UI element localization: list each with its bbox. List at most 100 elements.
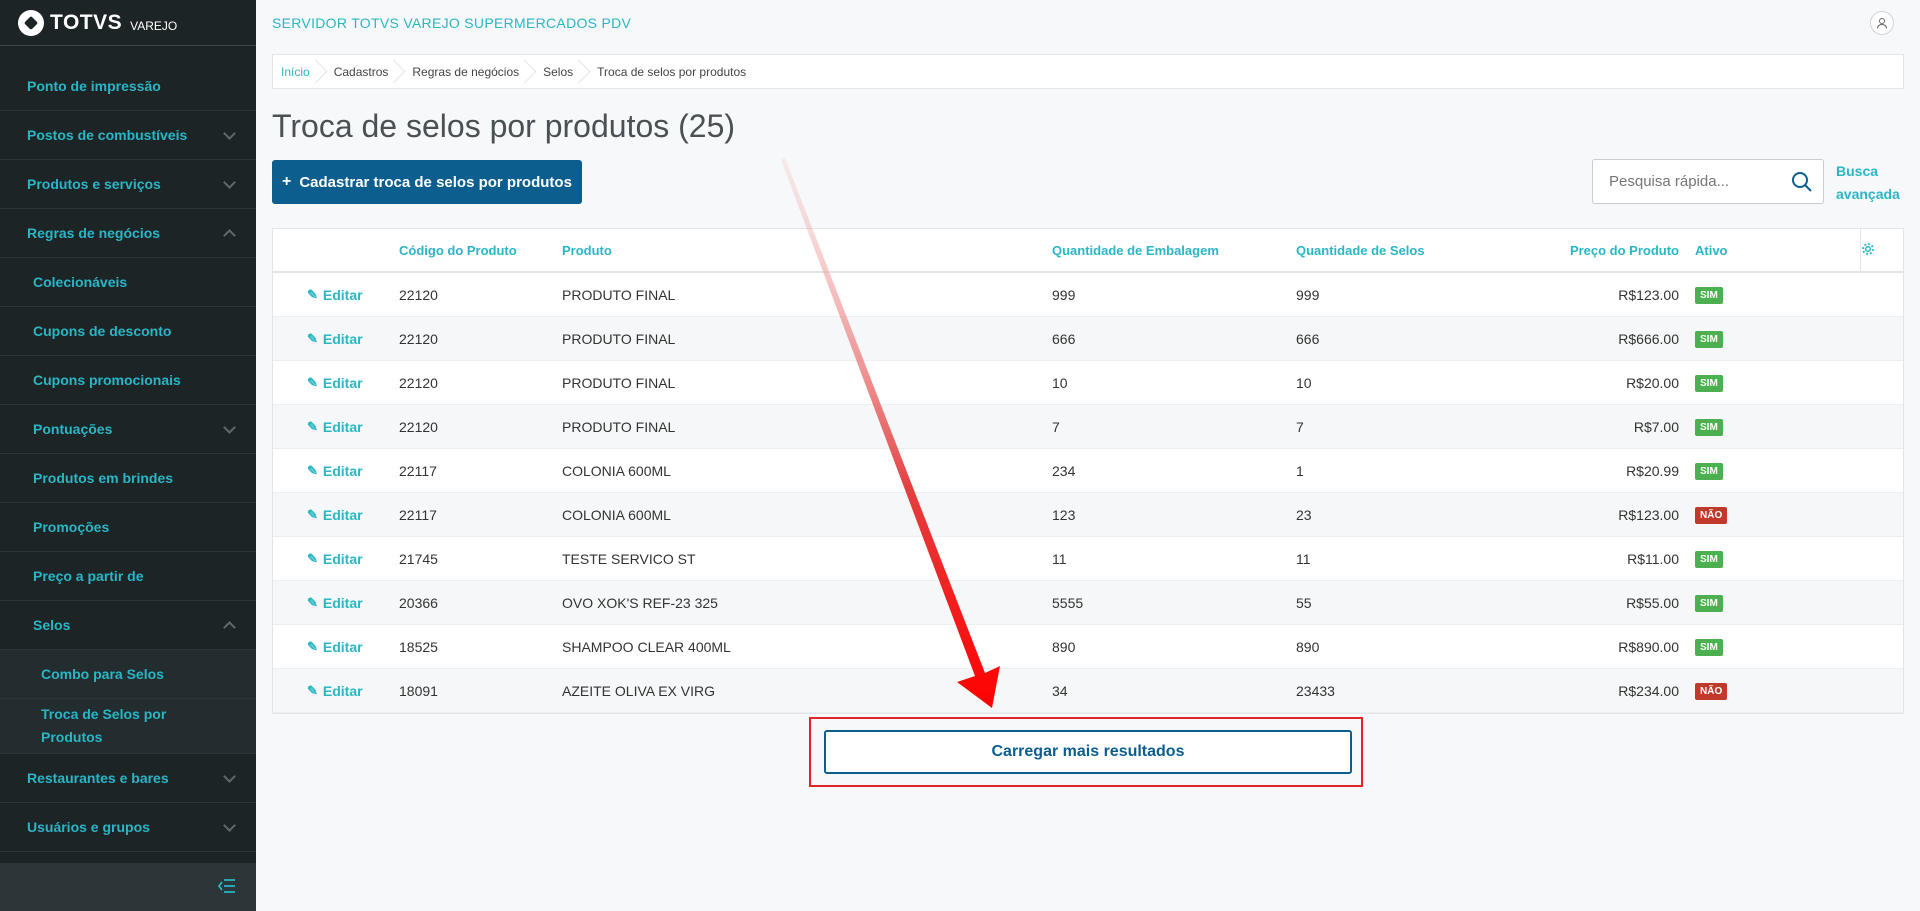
cell-code: 22120 bbox=[399, 418, 438, 435]
sidebar-item[interactable]: Produtos e serviços bbox=[0, 160, 256, 209]
breadcrumb-item[interactable]: Regras de negócios bbox=[404, 55, 535, 88]
sidebar-item[interactable]: Produtos em brindes bbox=[0, 454, 256, 503]
cell-pack-qty: 123 bbox=[1052, 506, 1076, 523]
edit-label: Editar bbox=[322, 462, 363, 479]
cell-pack-qty: 5555 bbox=[1052, 594, 1084, 611]
pencil-icon: ✎ bbox=[307, 638, 318, 654]
sidebar-item[interactable]: Promoções bbox=[0, 503, 256, 552]
breadcrumb-item[interactable]: Selos bbox=[535, 55, 589, 88]
cell-pack-qty: 11 bbox=[1052, 550, 1067, 567]
edit-label: Editar bbox=[322, 330, 363, 347]
breadcrumb-item[interactable]: Cadastros bbox=[326, 55, 405, 88]
cell-price: R$123.00 bbox=[1618, 506, 1679, 523]
edit-label: Editar bbox=[322, 594, 363, 611]
edit-link[interactable]: ✎ Editar bbox=[273, 419, 399, 435]
status-badge: NÃO bbox=[1695, 683, 1728, 700]
table-row: ✎ Editar 22117 COLONIA 600ML 123 23 R$123.00 NÃ… bbox=[273, 493, 1903, 537]
cell-product: COLONIA 600ML bbox=[562, 506, 671, 523]
sidebar-item[interactable]: Selos bbox=[0, 601, 256, 650]
status-badge: SIM bbox=[1695, 331, 1723, 348]
quick-search bbox=[1592, 159, 1824, 204]
edit-label: Editar bbox=[322, 638, 363, 655]
sidebar-item[interactable]: Ponto de impressão bbox=[0, 62, 256, 111]
table-header: Código do Produto Produto Quantidade de … bbox=[273, 229, 1903, 273]
edit-link[interactable]: ✎ Editar bbox=[273, 595, 399, 611]
table-row: ✎ Editar 22120 PRODUTO FINAL 10 10 R$20.00 SIM bbox=[273, 361, 1903, 405]
cell-stamp-qty: 23 bbox=[1296, 506, 1312, 523]
breadcrumb-item[interactable]: Início bbox=[273, 55, 326, 88]
edit-link[interactable]: ✎ Editar bbox=[273, 507, 399, 523]
pencil-icon: ✎ bbox=[307, 462, 318, 478]
sidebar-item[interactable]: Postos de combustíveis bbox=[0, 111, 256, 160]
cell-code: 20366 bbox=[399, 594, 438, 611]
edit-link[interactable]: ✎ Editar bbox=[273, 683, 399, 699]
cell-pack-qty: 234 bbox=[1052, 462, 1076, 479]
advanced-search-link[interactable]: Busca avançada bbox=[1836, 160, 1906, 206]
edit-link[interactable]: ✎ Editar bbox=[273, 463, 399, 479]
sidebar-item[interactable]: Combo para Selos bbox=[0, 650, 256, 699]
logo: TOTVS VAREJO bbox=[0, 0, 256, 46]
search-icon[interactable] bbox=[1791, 171, 1813, 193]
edit-label: Editar bbox=[322, 286, 363, 303]
cell-code: 18525 bbox=[399, 638, 438, 655]
sidebar-item[interactable]: Preço a partir de bbox=[0, 552, 256, 601]
cell-price: R$11.00 bbox=[1627, 550, 1679, 567]
status-badge: SIM bbox=[1695, 551, 1723, 568]
sidebar-footer bbox=[0, 863, 256, 911]
cell-product: AZEITE OLIVA EX VIRG bbox=[562, 682, 716, 699]
add-stamp-exchange-button[interactable]: + Cadastrar troca de selos por produtos bbox=[272, 160, 582, 204]
edit-link[interactable]: ✎ Editar bbox=[273, 287, 399, 303]
breadcrumb: Início Cadastros Regras de negócios Selos Tr… bbox=[272, 54, 1904, 89]
cell-product: COLONIA 600ML bbox=[562, 462, 671, 479]
status-badge: SIM bbox=[1695, 639, 1723, 656]
header-code[interactable]: Código do Produto bbox=[399, 243, 562, 258]
header-product[interactable]: Produto bbox=[562, 243, 1052, 258]
edit-link[interactable]: ✎ Editar bbox=[273, 639, 399, 655]
sidebar-item-label: Combo para Selos bbox=[41, 666, 164, 682]
cell-pack-qty: 666 bbox=[1052, 330, 1076, 347]
cell-product: PRODUTO FINAL bbox=[562, 374, 676, 391]
table-body: ✎ Editar 22120 PRODUTO FINAL 999 999 R$123.00 S… bbox=[273, 273, 1903, 713]
cell-code: 21745 bbox=[399, 550, 438, 567]
edit-link[interactable]: ✎ Editar bbox=[273, 375, 399, 391]
load-more-button[interactable]: Carregar mais resultados bbox=[824, 730, 1352, 774]
edit-link[interactable]: ✎ Editar bbox=[273, 551, 399, 567]
sidebar-menu: Ponto de impressão Postos de combustíveis… bbox=[0, 62, 256, 852]
header-pack-qty[interactable]: Quantidade de Embalagem bbox=[1052, 243, 1296, 258]
status-badge: SIM bbox=[1695, 375, 1723, 392]
cell-price: R$234.00 bbox=[1618, 682, 1679, 699]
collapse-menu-icon[interactable] bbox=[217, 877, 236, 898]
user-icon[interactable] bbox=[1870, 11, 1894, 35]
totvs-logo-icon bbox=[18, 9, 44, 36]
header-stamp-qty[interactable]: Quantidade de Selos bbox=[1296, 243, 1516, 258]
breadcrumb-item: Troca de selos por produtos bbox=[597, 64, 747, 79]
sidebar-item[interactable]: Pontuações bbox=[0, 405, 256, 454]
sidebar-item[interactable]: Regras de negócios bbox=[0, 209, 256, 258]
table-row: ✎ Editar 18525 SHAMPOO CLEAR 400ML 890 890 R$8… bbox=[273, 625, 1903, 669]
sidebar-item[interactable]: Usuários e grupos bbox=[0, 803, 256, 852]
sidebar: TOTVS VAREJO Ponto de impressão Postos de… bbox=[0, 0, 256, 911]
cell-pack-qty: 34 bbox=[1052, 682, 1068, 699]
cell-code: 22120 bbox=[399, 330, 438, 347]
sidebar-item-label: Postos de combustíveis bbox=[27, 127, 188, 143]
header-active[interactable]: Ativo bbox=[1679, 243, 1829, 258]
sidebar-item[interactable]: Troca de Selos por Produtos bbox=[0, 699, 256, 754]
sidebar-item[interactable]: Cupons de desconto bbox=[0, 307, 256, 356]
sidebar-item[interactable]: Cupons promocionais bbox=[0, 356, 256, 405]
sidebar-item-label: Selos bbox=[33, 617, 71, 633]
cell-stamp-qty: 23433 bbox=[1296, 682, 1335, 699]
chevron-up-icon bbox=[223, 620, 236, 634]
cell-stamp-qty: 11 bbox=[1296, 550, 1311, 567]
cell-pack-qty: 999 bbox=[1052, 286, 1076, 303]
sidebar-item[interactable]: Restaurantes e bares bbox=[0, 754, 256, 803]
status-badge: SIM bbox=[1695, 287, 1723, 304]
pencil-icon: ✎ bbox=[307, 682, 318, 698]
cell-stamp-qty: 7 bbox=[1296, 418, 1304, 435]
edit-link[interactable]: ✎ Editar bbox=[273, 331, 399, 347]
header-price[interactable]: Preço do Produto bbox=[1516, 243, 1679, 258]
quick-search-input[interactable] bbox=[1593, 173, 1778, 190]
gear-icon[interactable] bbox=[1861, 242, 1875, 259]
table-row: ✎ Editar 22120 PRODUTO FINAL 7 7 R$7.00 SIM bbox=[273, 405, 1903, 449]
sidebar-item[interactable]: Colecionáveis bbox=[0, 258, 256, 307]
cell-stamp-qty: 55 bbox=[1296, 594, 1312, 611]
